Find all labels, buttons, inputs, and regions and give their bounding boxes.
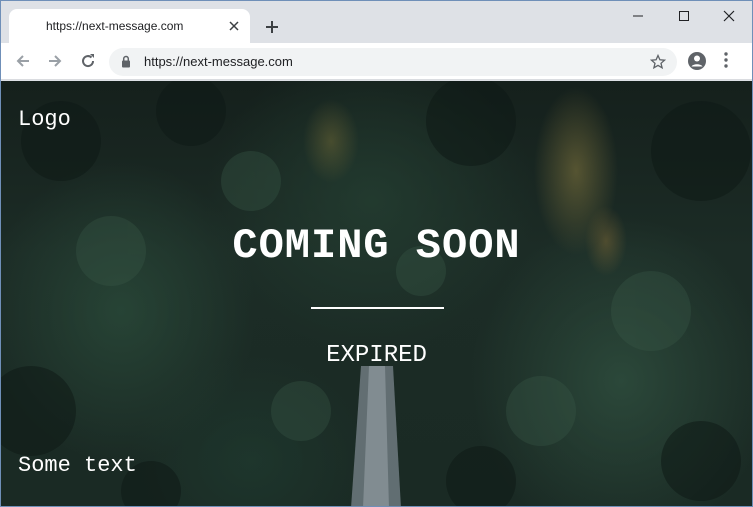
footer-text: Some text: [18, 453, 137, 478]
page-headline: COMING SOON: [232, 222, 521, 270]
menu-dots-icon[interactable]: [723, 51, 729, 74]
new-tab-icon[interactable]: [261, 16, 283, 38]
tab-strip: https://next-message.com: [1, 1, 752, 43]
lock-icon[interactable]: [121, 55, 131, 73]
browser-tab[interactable]: https://next-message.com: [9, 9, 250, 43]
account-icon[interactable]: [687, 51, 707, 76]
tab-title: https://next-message.com: [46, 19, 184, 33]
back-arrow-icon[interactable]: [11, 49, 35, 73]
headline-divider: [311, 307, 444, 309]
forward-arrow-icon[interactable]: [43, 49, 67, 73]
window-close-icon[interactable]: [706, 1, 752, 31]
maximize-icon[interactable]: [661, 1, 707, 31]
browser-toolbar: https://next-message.com: [1, 43, 752, 80]
status-text: EXPIRED: [326, 342, 427, 369]
address-bar[interactable]: https://next-message.com: [109, 48, 677, 76]
reload-icon[interactable]: [76, 49, 100, 73]
star-icon[interactable]: [649, 53, 667, 75]
close-tab-icon[interactable]: [225, 17, 243, 35]
url-text[interactable]: https://next-message.com: [144, 54, 293, 69]
browser-window: https://next-message.com https://next-me…: [0, 0, 753, 507]
minimize-icon[interactable]: [615, 1, 661, 31]
coming-soon-page: Logo COMING SOON EXPIRED Some text: [1, 81, 752, 506]
site-logo[interactable]: Logo: [18, 107, 71, 132]
forest-background-image: [1, 81, 751, 506]
